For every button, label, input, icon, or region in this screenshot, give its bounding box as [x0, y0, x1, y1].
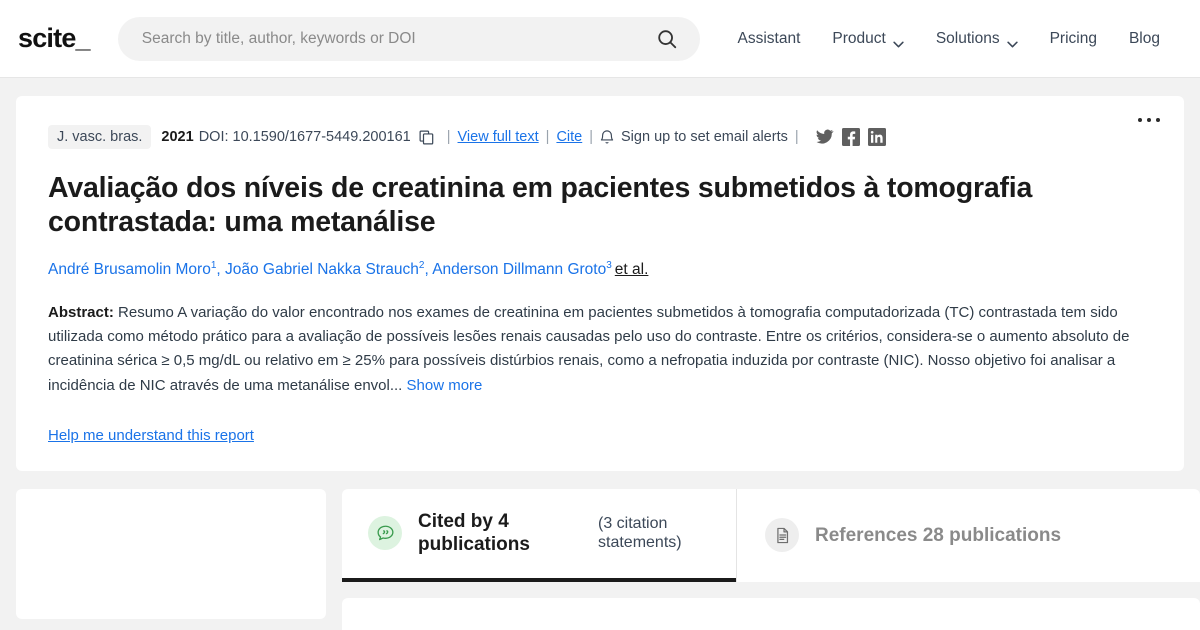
site-header: scite_ Assistant Product Solutions Prici… [0, 0, 1200, 78]
author-link[interactable]: João Gabriel Nakka Strauch2 [225, 260, 424, 278]
author-list: André Brusamolin Moro1, João Gabriel Nak… [48, 259, 1152, 281]
publication-year: 2021 [161, 129, 194, 145]
chevron-down-icon [1006, 35, 1018, 48]
et-al-link[interactable]: et al. [615, 261, 649, 278]
search-input[interactable] [139, 28, 656, 49]
journal-badge[interactable]: J. vasc. bras. [48, 125, 152, 149]
dot [1147, 118, 1151, 122]
bottom-section: Cited by 4 publications (3 citation stat… [0, 488, 1200, 630]
tab-cited-by[interactable]: Cited by 4 publications (3 citation stat… [342, 489, 736, 582]
nav-item-product[interactable]: Product [816, 22, 919, 56]
author-affiliation: 3 [606, 259, 612, 271]
main-nav: Assistant Product Solutions Pricing Blog [722, 22, 1177, 56]
tab-content-panel [342, 597, 1200, 630]
tabs-panel: Cited by 4 publications (3 citation stat… [342, 488, 1200, 630]
tab-references[interactable]: References 28 publications [736, 488, 1089, 582]
nav-label: Assistant [737, 29, 801, 47]
citation-bubble-icon [368, 516, 402, 551]
nav-item-blog[interactable]: Blog [1113, 22, 1176, 56]
linkedin-icon[interactable] [867, 128, 886, 146]
copy-icon[interactable] [419, 130, 434, 145]
view-full-text-link[interactable]: View full text [458, 129, 539, 145]
meta-separator: | [545, 129, 550, 145]
article-abstract: Abstract: Resumo A variação do valor enc… [48, 301, 1152, 398]
bell-icon [600, 129, 614, 145]
help-understand-report-link[interactable]: Help me understand this report [48, 427, 254, 444]
doi-label: DOI: 10.1590/1677-5449.200161 [198, 129, 411, 145]
facebook-icon[interactable] [841, 128, 860, 146]
document-icon [765, 518, 799, 553]
tab-label-references: References 28 publications [815, 524, 1062, 546]
author-name: João Gabriel Nakka Strauch [225, 260, 419, 278]
nav-item-assistant[interactable]: Assistant [722, 22, 817, 56]
search-icon[interactable] [656, 28, 678, 50]
article-meta-row: J. vasc. bras. 2021 DOI: 10.1590/1677-54… [48, 124, 1152, 150]
meta-separator: | [794, 129, 799, 145]
chevron-down-icon [893, 35, 904, 48]
more-options-button[interactable] [1138, 118, 1160, 122]
email-alerts-label[interactable]: Sign up to set email alerts [621, 129, 788, 145]
dot [1138, 118, 1142, 122]
meta-separator: | [446, 129, 451, 145]
abstract-label: Abstract: [48, 303, 114, 321]
cite-link[interactable]: Cite [556, 129, 582, 145]
nav-label: Blog [1128, 29, 1160, 47]
twitter-icon[interactable] [816, 128, 834, 146]
nav-label: Pricing [1049, 29, 1097, 47]
article-card: J. vasc. bras. 2021 DOI: 10.1590/1677-54… [16, 96, 1184, 471]
nav-item-pricing[interactable]: Pricing [1034, 22, 1113, 56]
nav-item-solutions[interactable]: Solutions [920, 22, 1034, 56]
author-name: Anderson Dillmann Groto [432, 260, 607, 278]
dot [1156, 118, 1160, 122]
show-more-link[interactable]: Show more [407, 377, 483, 394]
article-title: Avaliação dos níveis de creatinina em pa… [48, 172, 1033, 238]
report-tabs: Cited by 4 publications (3 citation stat… [342, 488, 1200, 582]
nav-label: Solutions [935, 29, 1000, 47]
citation-statements-count: (3 citation statements) [598, 514, 682, 552]
author-link[interactable]: André Brusamolin Moro1 [48, 260, 216, 278]
author-separator: , [216, 260, 226, 278]
author-name: André Brusamolin Moro [48, 260, 211, 278]
left-side-panel [16, 488, 326, 619]
tab-label-cited-by: Cited by 4 publications [418, 510, 530, 556]
meta-separator: | [589, 129, 594, 145]
abstract-text: Resumo A variação do valor encontrado no… [48, 303, 1130, 394]
page-body: J. vasc. bras. 2021 DOI: 10.1590/1677-54… [0, 96, 1200, 630]
search-bar[interactable] [117, 16, 700, 61]
nav-label: Product [832, 29, 886, 47]
author-link[interactable]: Anderson Dillmann Groto3 [432, 259, 612, 278]
scite-logo[interactable]: scite_ [18, 23, 91, 54]
social-share-group [816, 128, 886, 146]
